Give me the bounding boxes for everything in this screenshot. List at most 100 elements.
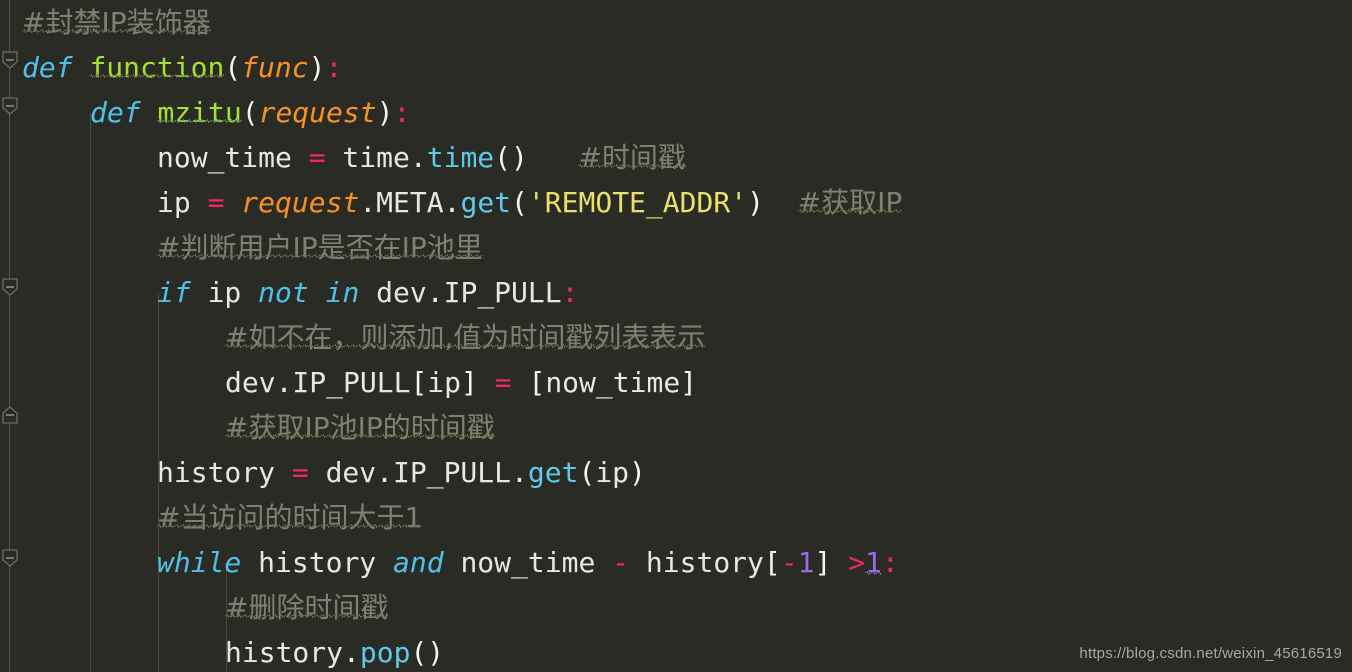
code-line-comment-check-ip-pool[interactable]: #判断用户IP是否在IP池里	[22, 225, 483, 270]
code-token: 'REMOTE_ADDR'	[527, 186, 748, 219]
code-token: (	[224, 51, 242, 84]
code-token: :	[561, 276, 579, 309]
fold-expand-end-if-block-icon[interactable]	[0, 405, 20, 425]
code-line-comment-visit-time-gt-1[interactable]: #当访问的时间大于1	[22, 495, 422, 540]
code-token: mzitu	[157, 96, 242, 129]
code-token: ()	[494, 141, 528, 174]
code-line-def-mzitu[interactable]: def mzitu(request):	[22, 90, 410, 135]
code-token: dev.IP_PULL	[225, 366, 411, 399]
code-token: (	[578, 456, 596, 489]
code-token: def	[22, 51, 73, 84]
code-token: #封禁IP装饰器	[22, 6, 211, 39]
editor-gutter[interactable]	[0, 0, 22, 672]
code-token: =	[291, 456, 309, 489]
code-token: request	[258, 96, 377, 129]
code-token: )	[376, 96, 394, 129]
code-line-history-pop[interactable]: history.pop()	[22, 630, 444, 672]
code-token: ()	[410, 636, 445, 669]
code-token: (	[241, 96, 259, 129]
code-line-comment-decorator[interactable]: #封禁IP装饰器	[22, 0, 211, 45]
code-line-history-assign[interactable]: history = dev.IP_PULL.get(ip)	[22, 450, 646, 495]
code-token: now_time	[443, 546, 613, 579]
code-token: #时间戳	[578, 141, 686, 174]
code-token: def	[90, 96, 141, 129]
code-token: =	[494, 366, 512, 399]
code-token: history	[241, 546, 394, 579]
code-token: #删除时间戳	[225, 591, 389, 624]
code-token: ip	[427, 366, 462, 399]
code-line-ip-pull-assign[interactable]: dev.IP_PULL[ip] = [now_time]	[22, 360, 697, 405]
code-token: >	[848, 546, 866, 579]
code-token: ip	[595, 456, 630, 489]
code-line-ip-assign[interactable]: ip = request.META.get('REMOTE_ADDR') #获取…	[22, 180, 902, 225]
code-token: dev.IP_PULL	[359, 276, 562, 309]
fold-collapse-def-mzitu-icon[interactable]	[0, 96, 20, 116]
code-token: )	[308, 51, 326, 84]
code-token: pop	[359, 636, 411, 669]
code-editor: #封禁IP装饰器 def function(func): def mzitu(req…	[0, 0, 1352, 672]
code-token: function	[89, 51, 225, 84]
code-token: [	[410, 366, 428, 399]
code-token: ip	[190, 276, 259, 309]
code-token: dev.IP_PULL.	[308, 456, 528, 489]
code-token: time.	[325, 141, 427, 174]
code-token: request	[241, 186, 360, 219]
code-token: not	[258, 276, 309, 309]
code-token: ]	[814, 546, 832, 579]
code-token: #当访问的时间大于1	[157, 501, 423, 534]
code-token: (	[511, 186, 528, 219]
code-line-comment-get-pool-timestamp[interactable]: #获取IP池IP的时间戳	[22, 405, 495, 450]
code-token: history.	[225, 636, 360, 669]
code-token: )	[629, 456, 646, 489]
code-token: in	[325, 276, 360, 309]
code-token: func	[241, 51, 309, 84]
watermark-url: https://blog.csdn.net/weixin_45616519	[1079, 645, 1342, 662]
code-token: time	[426, 141, 495, 174]
code-token: :	[325, 51, 343, 84]
code-line-now-time-assign[interactable]: now_time = time.time() #时间戳	[22, 135, 686, 180]
code-token: while	[157, 546, 242, 579]
code-line-if-ip-not-in[interactable]: if ip not in dev.IP_PULL:	[22, 270, 578, 315]
code-token: -	[612, 546, 630, 579]
code-token: .META.	[359, 186, 461, 219]
code-token: ip	[157, 186, 208, 219]
code-token: history	[157, 456, 292, 489]
code-token: -	[780, 546, 798, 579]
code-token: get	[527, 456, 579, 489]
code-token: now_time	[545, 366, 681, 399]
code-line-def-function[interactable]: def function(func):	[22, 45, 342, 90]
code-token: 1	[797, 546, 815, 579]
code-line-comment-if-not-exists[interactable]: #如不在，则添加,值为时间戳列表表示	[22, 315, 705, 360]
code-line-while-history[interactable]: while history and now_time - history[-1]…	[22, 540, 899, 585]
code-token: and	[393, 546, 444, 579]
fold-collapse-if-block-icon[interactable]	[0, 277, 20, 297]
code-token: 1	[865, 546, 882, 579]
code-token: #判断用户IP是否在IP池里	[157, 231, 483, 264]
code-token: #获取IP	[797, 186, 903, 219]
code-token: if	[157, 276, 191, 309]
code-token: :	[393, 96, 411, 129]
code-token: get	[460, 186, 512, 219]
code-token: =	[308, 141, 326, 174]
code-token: [	[763, 546, 781, 579]
code-token: )	[747, 186, 764, 219]
code-token: [	[528, 366, 546, 399]
code-token: =	[207, 186, 225, 219]
fold-collapse-while-block-icon[interactable]	[0, 548, 20, 568]
code-token: ]	[461, 366, 478, 399]
code-line-comment-delete-timestamp[interactable]: #删除时间戳	[22, 585, 388, 630]
code-token: #获取IP池IP的时间戳	[225, 411, 495, 444]
code-token: #如不在，则添加,值为时间戳列表表示	[225, 321, 706, 354]
code-token: ]	[680, 366, 698, 399]
code-token: :	[881, 546, 899, 579]
code-surface[interactable]: #封禁IP装饰器 def function(func): def mzitu(req…	[22, 0, 1352, 672]
fold-collapse-def-function-icon[interactable]	[0, 50, 20, 70]
